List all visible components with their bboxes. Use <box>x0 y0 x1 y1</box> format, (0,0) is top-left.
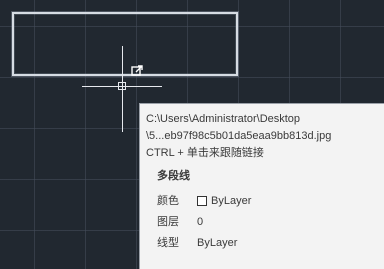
hyperlink-tooltip: C:\Users\Administrator\Desktop \5...eb97… <box>139 103 384 269</box>
property-value: 0 <box>197 215 204 228</box>
hyperlink-icon <box>131 65 143 76</box>
object-properties: 多段线 颜色 ByLayer 图层 0 线型 ByLayer <box>140 168 384 253</box>
drawing-canvas[interactable]: C:\Users\Administrator\Desktop \5...eb97… <box>0 0 384 269</box>
color-value: ByLayer <box>211 194 252 207</box>
property-value: ByLayer <box>197 236 238 249</box>
hyperlink-path-line-1: C:\Users\Administrator\Desktop <box>146 113 301 125</box>
property-row-linetype: 线型 ByLayer <box>157 232 384 253</box>
object-type-title: 多段线 <box>157 170 190 182</box>
crosshair-pickbox <box>118 82 126 90</box>
property-label: 颜色 <box>157 194 179 207</box>
follow-link-hint: CTRL + 单击来跟随链接 <box>146 147 264 159</box>
property-label: 线型 <box>157 236 179 249</box>
hyperlink-info: C:\Users\Administrator\Desktop \5...eb97… <box>140 104 384 162</box>
property-value: ByLayer <box>197 193 251 209</box>
selected-polyline[interactable] <box>12 12 238 76</box>
property-row-layer: 图层 0 <box>157 211 384 232</box>
property-label: 图层 <box>157 215 179 228</box>
color-swatch-icon <box>197 195 207 206</box>
hyperlink-path-line-2: \5...eb97f98c5b01da5eaa9bb813d.jpg <box>146 130 332 142</box>
property-row-color: 颜色 ByLayer <box>157 190 384 211</box>
